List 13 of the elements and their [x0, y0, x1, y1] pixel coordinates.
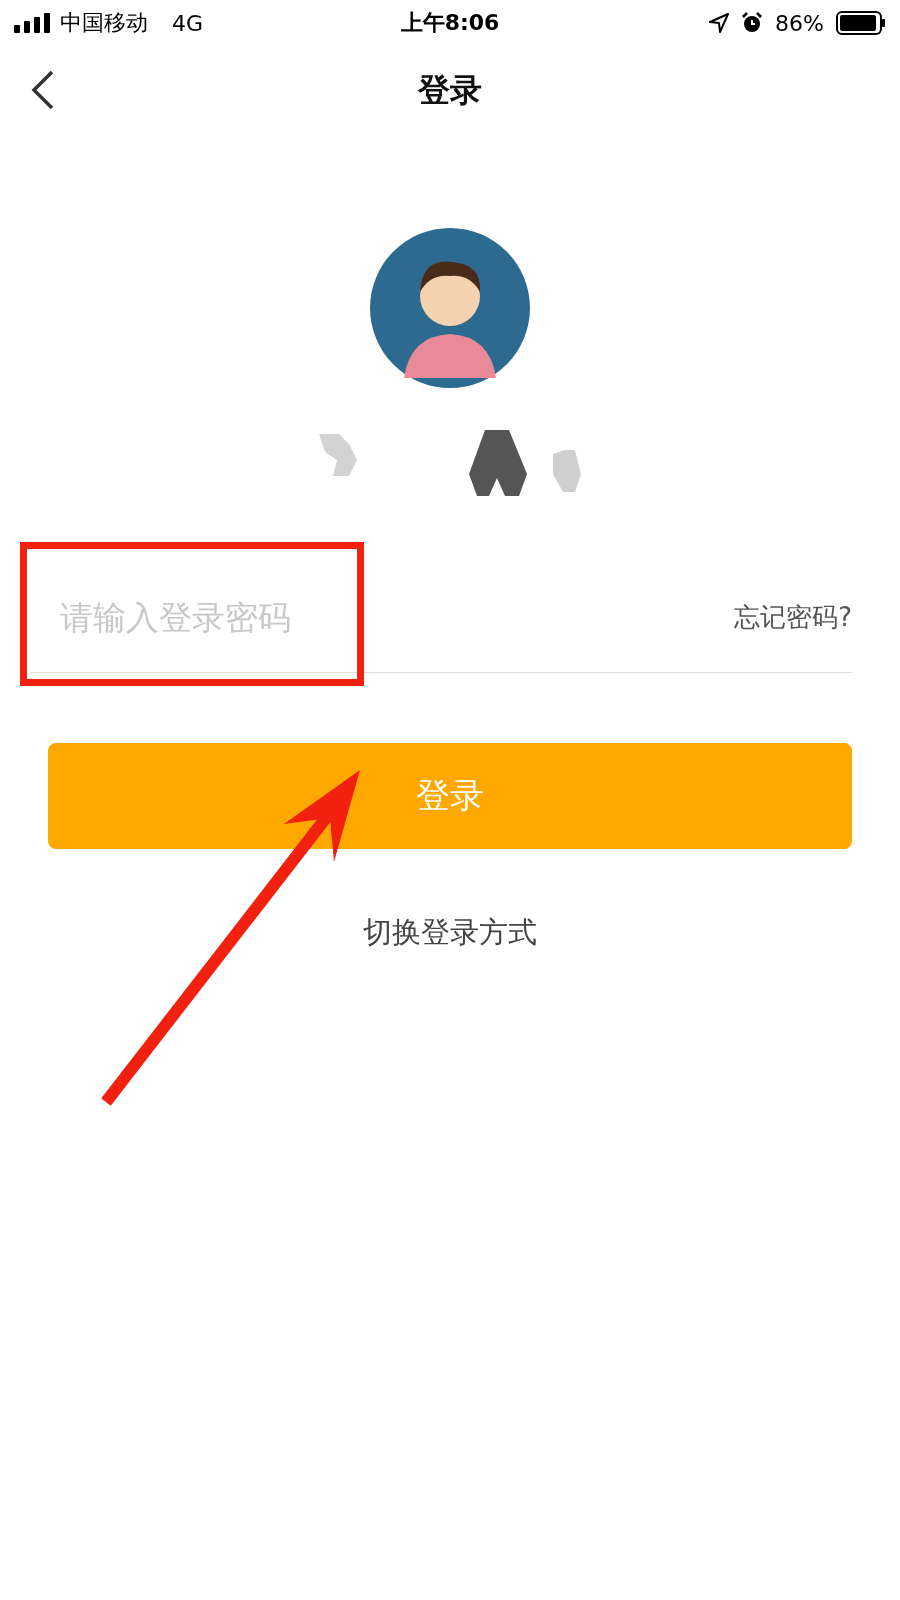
battery-icon [836, 11, 886, 35]
location-icon [709, 13, 730, 33]
network-type: 4G [172, 10, 204, 36]
status-time: 上午8:06 [400, 9, 500, 37]
chevron-left-icon [30, 70, 56, 110]
carrier-name: 中国移动 [60, 9, 148, 37]
back-button[interactable] [30, 70, 56, 110]
battery-percent: 86% [775, 10, 824, 36]
signal-icon [14, 13, 52, 33]
page-title: 登录 [418, 70, 482, 111]
switch-login-link[interactable]: 切换登录方式 [363, 913, 537, 953]
forgot-password-link[interactable]: 忘记密码? [734, 599, 852, 635]
alarm-icon [741, 12, 764, 34]
